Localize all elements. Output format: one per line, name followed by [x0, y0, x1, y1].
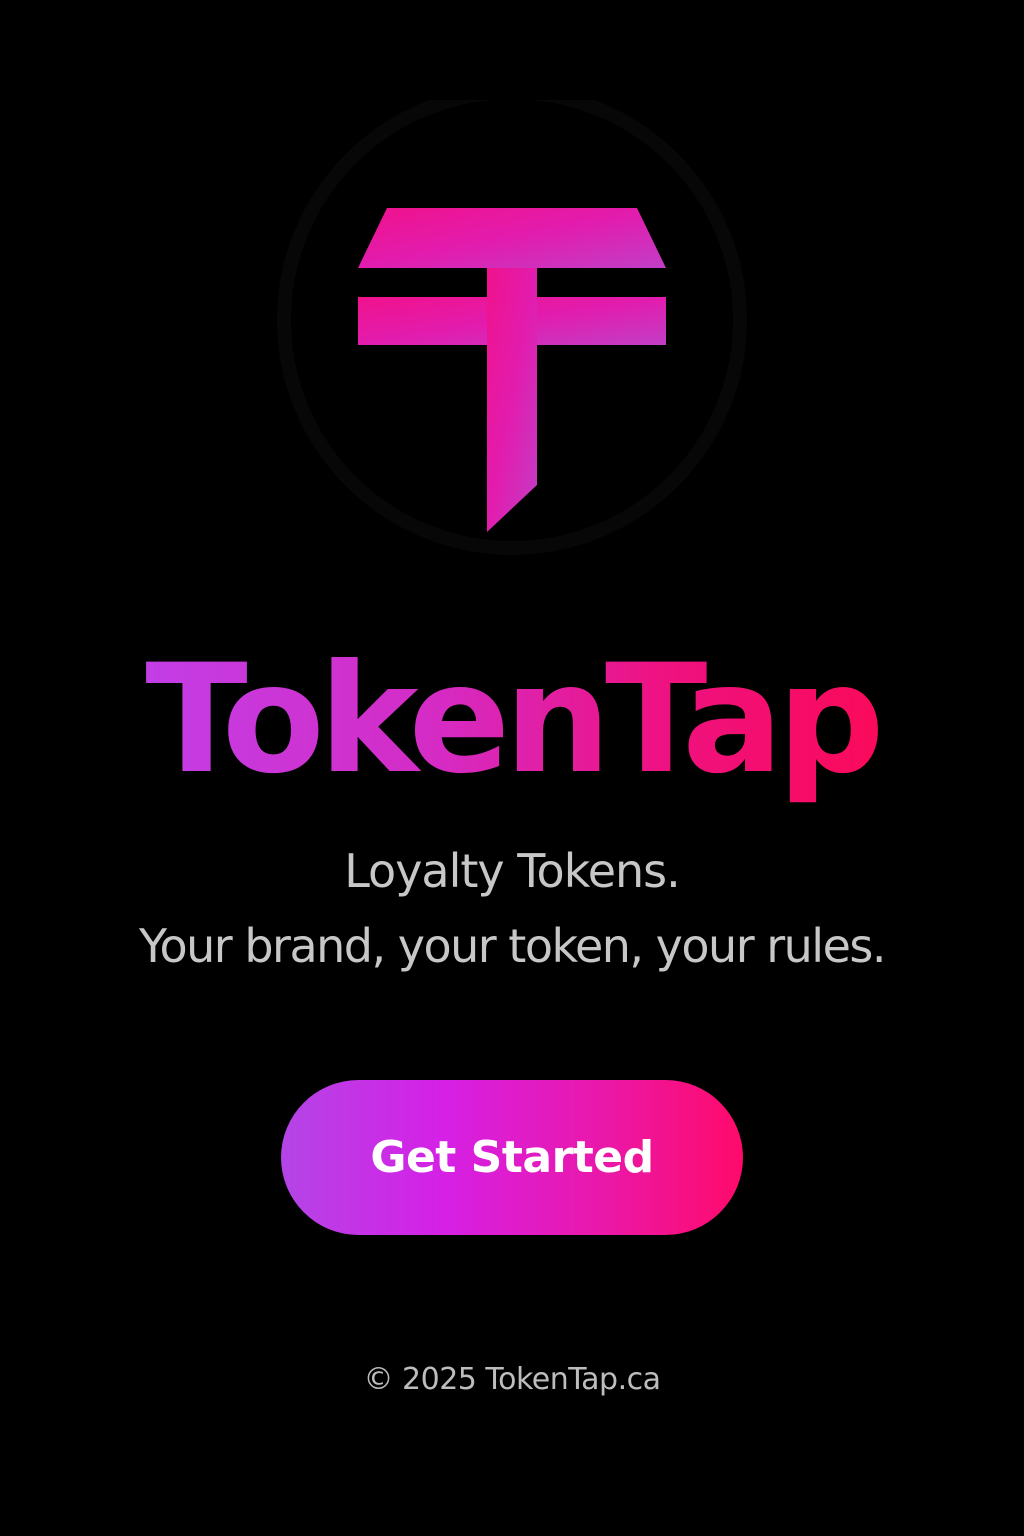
tagline-line-1: Loyalty Tokens. — [344, 844, 681, 898]
footer-copyright: © 2025 TokenTap.ca — [363, 1362, 661, 1397]
welcome-screen: TokenTap Loyalty Tokens. Your brand, you… — [0, 0, 1024, 1536]
tagline-line-2: Your brand, your token, your rules. — [139, 919, 886, 973]
brand-name: TokenTap — [0, 630, 1024, 810]
tokentap-logo — [272, 100, 752, 560]
brand-name-text: TokenTap — [145, 633, 884, 807]
get-started-button[interactable]: Get Started — [281, 1080, 743, 1235]
tokentap-t-icon — [277, 100, 747, 555]
